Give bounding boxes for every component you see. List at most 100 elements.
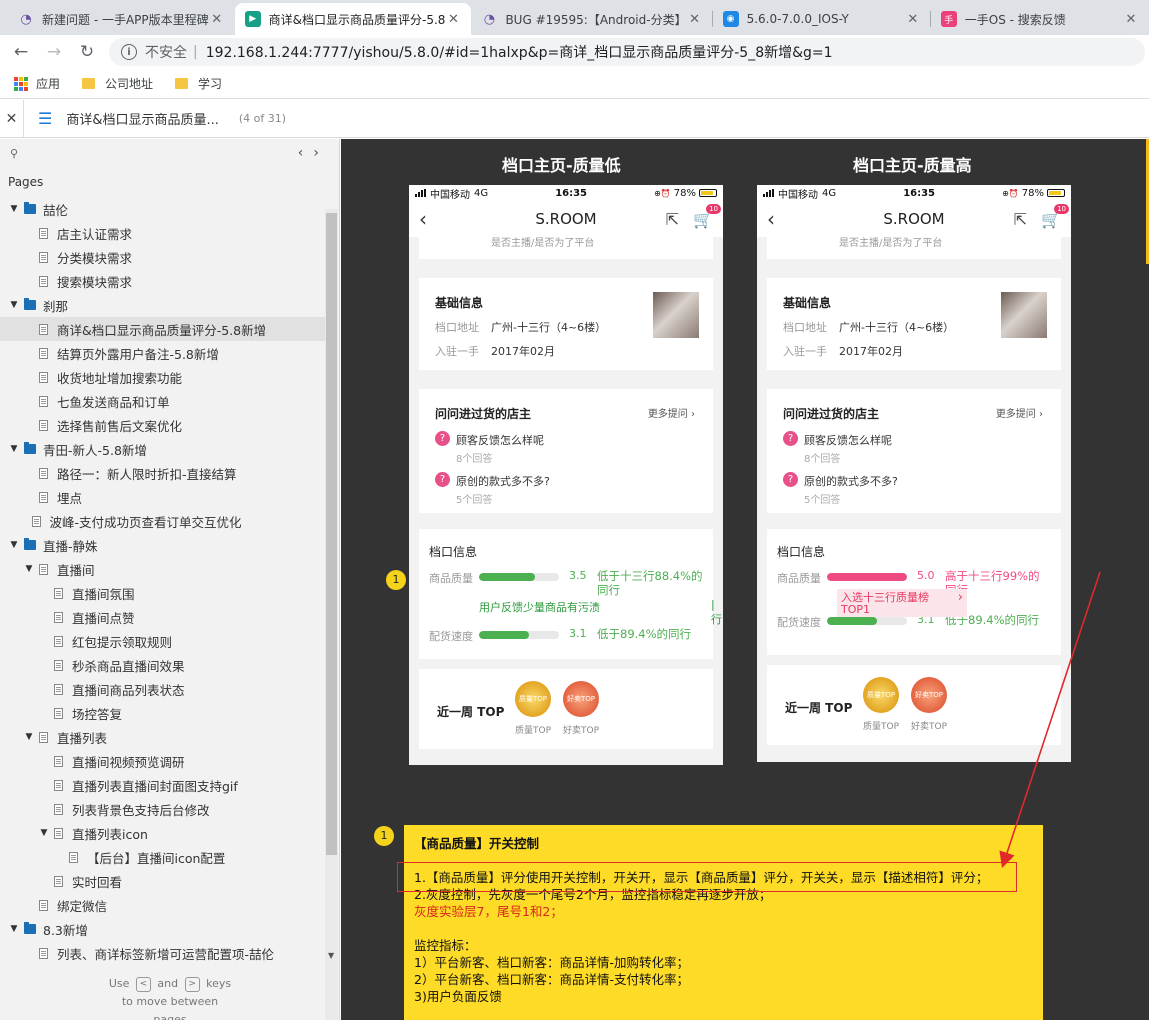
sidebar-scrollbar[interactable]: ▼: [325, 209, 338, 1020]
quality-top-medal-icon[interactable]: 质量TOP: [863, 677, 899, 713]
bestseller-top-medal-icon[interactable]: 好卖TOP: [911, 677, 947, 713]
url-text[interactable]: 192.168.1.244:7777/yishou/5.8.0/#id=1hal…: [206, 42, 833, 62]
close-icon[interactable]: ✕: [687, 12, 703, 27]
chevron-down-icon[interactable]: ▼: [8, 540, 20, 550]
tree-page[interactable]: 选择售前售后文案优化: [0, 413, 325, 437]
note-line: 监控指标：: [414, 938, 477, 953]
basic-info-card: 基础信息 档口地址 广州-十三行（4~6楼） 入驻一手 2017年02月: [419, 278, 713, 370]
tree-page[interactable]: ▼ 直播列表icon: [0, 821, 325, 845]
tree-folder[interactable]: ▼ 喆伦: [0, 197, 325, 221]
close-icon[interactable]: ✕: [1123, 12, 1139, 27]
quality-top-medal-icon[interactable]: 质量TOP: [515, 681, 551, 717]
address-bar[interactable]: i 不安全 | 192.168.1.244:7777/yishou/5.8.0/…: [109, 38, 1145, 66]
tree-page[interactable]: 列表背景色支持后台修改: [0, 797, 325, 821]
close-icon[interactable]: ✕: [209, 12, 225, 27]
tree-label: 直播列表: [57, 730, 108, 746]
tree-page[interactable]: 路径一：新人限时折扣-直接结算: [0, 461, 325, 485]
apps-grid-icon: [14, 76, 28, 91]
more-questions-link[interactable]: 更多提问 ›: [648, 405, 695, 420]
page-icon: [54, 755, 63, 767]
cart-icon[interactable]: 🛒 10: [693, 203, 721, 229]
tree-page[interactable]: ▼ 直播间: [0, 557, 325, 581]
tree-page[interactable]: ▼ 直播列表: [0, 725, 325, 749]
tree-page[interactable]: 商详&档口显示商品质量评分-5.8新增: [0, 317, 325, 341]
bookmark-apps[interactable]: 应用: [14, 75, 60, 92]
close-icon[interactable]: ✕: [445, 12, 461, 27]
tree-page[interactable]: 结算页外露用户备注-5.8新增: [0, 341, 325, 365]
back-arrow-icon[interactable]: ←: [10, 41, 32, 63]
page-icon: [54, 587, 63, 599]
tree-page[interactable]: 七鱼发送商品和订单: [0, 389, 325, 413]
chevron-down-icon[interactable]: ▼: [23, 564, 35, 574]
metric-bar-fill: [827, 617, 877, 625]
tree-page[interactable]: 搜索模块需求: [0, 269, 325, 293]
chevron-down-icon[interactable]: ▼: [8, 924, 20, 934]
tree-page[interactable]: 埋点: [0, 485, 325, 509]
browser-tab[interactable]: ◔ BUG #19595:【Android-分类】 ✕: [471, 3, 713, 35]
close-sidebar-icon[interactable]: ✕: [0, 99, 24, 138]
question-text[interactable]: 原创的款式多不多?: [804, 473, 898, 489]
tree-page[interactable]: 直播间点赞: [0, 605, 325, 629]
carrier: 中国移动: [778, 189, 818, 201]
qa-card: 问问进过货的店主 更多提问 ›? 顾客反馈怎么样呢 8个回答? 原创的款式多不多? 5个回…: [767, 389, 1061, 513]
forward-arrow-icon[interactable]: →: [43, 41, 65, 63]
question-icon: ?: [783, 472, 798, 487]
tree-folder[interactable]: ▼ 直播-静姝: [0, 533, 325, 557]
chevron-down-icon[interactable]: ▼: [38, 828, 50, 838]
tree-folder[interactable]: ▼ 青田-新人-5.8新增: [0, 437, 325, 461]
search-icon[interactable]: ⚲: [10, 147, 18, 160]
reload-icon[interactable]: ↻: [76, 41, 98, 63]
tree-page[interactable]: 列表、商详标签新增可运营配置项-喆伦: [0, 941, 325, 965]
bookmark-company[interactable]: 公司地址: [82, 75, 153, 92]
phone-mockup: 中国移动 4G 16:35 ⊕⏰ 78% ‹ S.ROOM ⇱ 🛒 10 是否主播/是否为了平台 基础…: [409, 185, 723, 765]
question-text[interactable]: 顾客反馈怎么样呢: [456, 432, 544, 448]
bestseller-top-medal-icon[interactable]: 好卖TOP: [563, 681, 599, 717]
folder-icon: [24, 922, 36, 934]
tree-page[interactable]: 绑定微信: [0, 893, 325, 917]
tree-page[interactable]: 秒杀商品直播间效果: [0, 653, 325, 677]
scrollbar-thumb[interactable]: [326, 213, 337, 855]
bookmark-study[interactable]: 学习: [175, 75, 222, 92]
tree-page[interactable]: 实时回看: [0, 869, 325, 893]
quality-rank-tag[interactable]: 入选十三行质量榜TOP1 ›: [837, 589, 967, 617]
tree-page[interactable]: 直播列表直播间封面图支持gif: [0, 773, 325, 797]
scroll-down-icon[interactable]: ▼: [328, 951, 334, 960]
tree-label: 埋点: [57, 490, 83, 506]
tree-folder[interactable]: ▼ 8.3新增: [0, 917, 325, 941]
browser-tab[interactable]: 手一手OS - 搜索反馈 ✕: [931, 3, 1149, 35]
question-text[interactable]: 原创的款式多不多?: [456, 473, 550, 489]
tree-page[interactable]: 【后台】直播间icon配置: [0, 845, 325, 869]
tree-page[interactable]: 场控答复: [0, 701, 325, 725]
answer-count: 5个回答: [456, 495, 493, 506]
page-icon: [39, 899, 48, 911]
tree-page[interactable]: 分类模块需求: [0, 245, 325, 269]
browser-tab[interactable]: ◉ 5.6.0-7.0.0_IOS-Y ✕: [713, 3, 931, 35]
chevron-down-icon[interactable]: ▼: [23, 732, 35, 742]
close-icon[interactable]: ✕: [905, 12, 921, 27]
chevron-down-icon[interactable]: ▼: [8, 204, 20, 214]
tree-page[interactable]: 红包提示领取规则: [0, 629, 325, 653]
browser-tab[interactable]: ▶ 商详&档口显示商品质量评分-5.8 ✕: [234, 3, 472, 35]
question-icon: ?: [435, 431, 450, 446]
page-nav-arrows[interactable]: ‹›: [298, 145, 329, 161]
more-questions-link[interactable]: 更多提问 ›: [996, 405, 1043, 420]
tree-folder[interactable]: ▼ 刹那: [0, 293, 325, 317]
metric-score: 3.1: [569, 627, 587, 640]
tree-page[interactable]: 波峰-支付成功页查看订单交互优化: [0, 509, 325, 533]
network: 4G: [822, 187, 837, 199]
tree-page[interactable]: 直播间视频预览调研: [0, 749, 325, 773]
cart-icon[interactable]: 🛒 10: [1041, 203, 1069, 229]
chevron-down-icon[interactable]: ▼: [8, 444, 20, 454]
tree-page[interactable]: 收货地址增加搜索功能: [0, 365, 325, 389]
question-text[interactable]: 顾客反馈怎么样呢: [804, 432, 892, 448]
cart-badge: 10: [706, 203, 721, 214]
chevron-down-icon[interactable]: ▼: [8, 300, 20, 310]
browser-tab[interactable]: ◔ 新建问题 - 一手APP版本里程碑 ✕: [8, 3, 235, 35]
tree-label: 绑定微信: [57, 898, 108, 914]
info-icon[interactable]: i: [121, 44, 137, 60]
tree-page[interactable]: 直播间商品列表状态: [0, 677, 325, 701]
tree-page[interactable]: 直播间氛围: [0, 581, 325, 605]
menu-icon[interactable]: ☰: [38, 109, 52, 128]
tree-label: 【后台】直播间icon配置: [87, 850, 226, 866]
tree-page[interactable]: 店主认证需求: [0, 221, 325, 245]
